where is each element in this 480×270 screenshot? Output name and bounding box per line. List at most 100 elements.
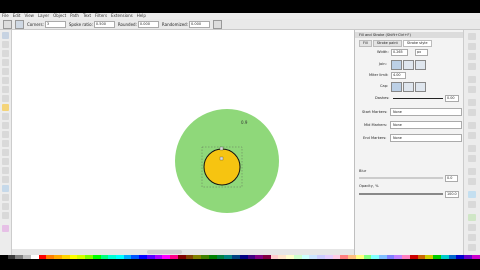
save-icon[interactable] bbox=[468, 53, 476, 60]
tool-controls-bar: Corners: 3 Spoke ratio: 0.500 Rounded: 0… bbox=[0, 19, 480, 30]
butt-cap-icon[interactable] bbox=[391, 82, 402, 92]
mesh-tool-icon[interactable] bbox=[2, 194, 9, 201]
end-markers-label: End Markers: bbox=[363, 136, 387, 140]
blur-slider[interactable] bbox=[359, 177, 443, 179]
duplicate-icon[interactable] bbox=[468, 168, 476, 175]
commands-bar bbox=[463, 30, 480, 259]
rounded-label: Rounded: bbox=[117, 21, 137, 27]
join-label: Join: bbox=[379, 62, 387, 66]
randomized-label: Randomized: bbox=[161, 21, 189, 27]
tab-stroke-paint[interactable]: Stroke paint bbox=[372, 40, 402, 47]
fill-stroke-icon[interactable] bbox=[468, 214, 476, 221]
corners-label: Corners: bbox=[27, 21, 44, 27]
tab-stroke-style[interactable]: Stroke style bbox=[402, 40, 432, 47]
paint-tool-icon[interactable] bbox=[2, 225, 9, 232]
bucket-tool-icon[interactable] bbox=[2, 176, 9, 183]
panel-title: Fill and Stroke (Shift+Ctrl+F) bbox=[355, 32, 464, 38]
undo-icon[interactable] bbox=[468, 99, 476, 106]
copy-icon[interactable] bbox=[468, 122, 476, 129]
spiral-tool-icon[interactable] bbox=[2, 113, 9, 120]
handle-tooltip: 0.9 bbox=[241, 120, 248, 125]
pencil-tool-icon[interactable] bbox=[2, 122, 9, 129]
calligraphy-tool-icon[interactable] bbox=[2, 140, 9, 147]
rounded-field[interactable]: 0.000 bbox=[137, 20, 159, 28]
bevel-join-icon[interactable] bbox=[415, 60, 426, 70]
drawing-canvas[interactable]: 0.9 bbox=[12, 30, 354, 249]
mid-markers-select[interactable]: None bbox=[390, 121, 462, 129]
dropper-tool-icon[interactable] bbox=[2, 203, 9, 210]
star-handle-inner[interactable] bbox=[219, 156, 224, 161]
star-tool-icon[interactable] bbox=[2, 104, 9, 111]
dashes-label: Dashes: bbox=[375, 96, 390, 100]
inkscape-window: File Edit View Layer Object Path Text Fi… bbox=[0, 13, 480, 259]
tab-fill[interactable]: Fill bbox=[359, 40, 372, 47]
export-icon[interactable] bbox=[468, 86, 476, 93]
group-icon[interactable] bbox=[468, 191, 476, 198]
reset-icon[interactable] bbox=[213, 19, 223, 29]
ellipse-tool-icon[interactable] bbox=[2, 95, 9, 102]
canvas-svg: 0.9 bbox=[175, 109, 279, 213]
text-font-icon[interactable] bbox=[468, 224, 476, 231]
selector-tool-icon[interactable] bbox=[2, 32, 9, 39]
opacity-slider[interactable] bbox=[359, 193, 443, 195]
randomized-field[interactable]: 0.000 bbox=[189, 20, 211, 28]
text-tool-icon[interactable] bbox=[2, 149, 9, 156]
miter-limit-label: Miter limit: bbox=[369, 73, 389, 77]
opacity-label: Opacity, % bbox=[359, 184, 379, 188]
zoom-fit-icon[interactable] bbox=[468, 145, 476, 152]
mid-markers-label: Mid Markers: bbox=[364, 123, 388, 127]
bottom-letterbox bbox=[0, 259, 480, 270]
dash-pattern-preview[interactable] bbox=[393, 98, 443, 99]
blur-label: Blur bbox=[359, 169, 367, 173]
round-cap-icon[interactable] bbox=[403, 82, 414, 92]
toolbox bbox=[0, 30, 12, 259]
zoom-tool-icon[interactable] bbox=[2, 59, 9, 66]
pen-tool-icon[interactable] bbox=[2, 131, 9, 138]
star-handle-top[interactable] bbox=[219, 146, 224, 151]
width-unit-select[interactable]: px bbox=[415, 49, 428, 56]
node-tool-icon[interactable] bbox=[2, 41, 9, 48]
connector-tool-icon[interactable] bbox=[2, 212, 9, 219]
panel-tabs: Fill Stroke paint Stroke style bbox=[359, 40, 433, 47]
round-join-icon[interactable] bbox=[403, 60, 414, 70]
dash-offset-field[interactable]: 0.00 bbox=[445, 95, 459, 102]
scrollbar-thumb[interactable] bbox=[147, 250, 182, 254]
box3d-tool-icon[interactable] bbox=[2, 86, 9, 93]
align-icon[interactable] bbox=[468, 244, 476, 251]
fill-stroke-panel: Fill and Stroke (Shift+Ctrl+F) Fill Stro… bbox=[354, 30, 464, 259]
spoke-ratio-label: Spoke ratio: bbox=[68, 21, 93, 27]
clone-icon[interactable] bbox=[468, 178, 476, 185]
corners-field[interactable]: 3 bbox=[44, 20, 66, 28]
ungroup-icon[interactable] bbox=[468, 201, 476, 208]
star-mode-icon[interactable] bbox=[15, 19, 24, 29]
open-icon[interactable] bbox=[468, 43, 476, 50]
width-field[interactable]: 0.265 bbox=[391, 49, 408, 56]
spoke-ratio-field[interactable]: 0.500 bbox=[93, 20, 115, 28]
zoom-drawing-icon[interactable] bbox=[468, 155, 476, 162]
window-titlebar bbox=[0, 0, 480, 13]
print-icon[interactable] bbox=[468, 63, 476, 70]
blur-field[interactable]: 0.0 bbox=[445, 175, 458, 182]
spray-tool-icon[interactable] bbox=[2, 158, 9, 165]
gradient-tool-icon[interactable] bbox=[2, 185, 9, 192]
yellow-circle[interactable] bbox=[203, 148, 241, 186]
xml-editor-icon[interactable] bbox=[468, 234, 476, 241]
rectangle-tool-icon[interactable] bbox=[2, 77, 9, 84]
tweak-tool-icon[interactable] bbox=[2, 50, 9, 57]
polygon-mode-icon[interactable] bbox=[3, 19, 12, 29]
width-label: Width: bbox=[377, 50, 389, 54]
eraser-tool-icon[interactable] bbox=[2, 167, 9, 174]
square-cap-icon[interactable] bbox=[415, 82, 426, 92]
end-markers-select[interactable]: None bbox=[390, 134, 462, 142]
new-doc-icon[interactable] bbox=[468, 33, 476, 40]
miter-limit-field[interactable]: 4.00 bbox=[391, 72, 406, 79]
cap-label: Cap: bbox=[380, 84, 389, 88]
miter-join-icon[interactable] bbox=[391, 60, 402, 70]
import-icon[interactable] bbox=[468, 76, 476, 83]
start-markers-select[interactable]: None bbox=[390, 108, 462, 116]
redo-icon[interactable] bbox=[468, 109, 476, 116]
opacity-field[interactable]: 100.0 bbox=[445, 191, 459, 198]
start-markers-label: Start Markers: bbox=[362, 110, 388, 114]
paste-icon[interactable] bbox=[468, 132, 476, 139]
measure-tool-icon[interactable] bbox=[2, 68, 9, 75]
